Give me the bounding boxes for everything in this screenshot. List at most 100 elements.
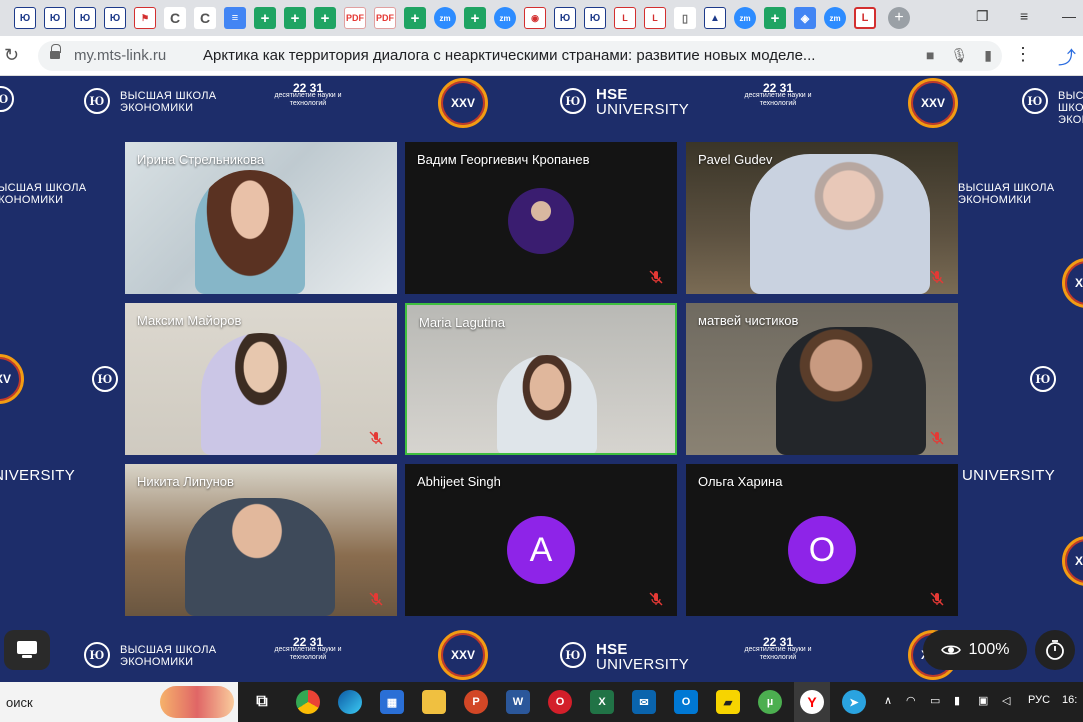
new-tab-plus-icon[interactable]: +	[888, 7, 910, 29]
hse-en-logo-text: HSE UNIVERSITY	[596, 86, 690, 118]
stopwatch-icon	[1046, 640, 1064, 660]
tab-mts-link-active[interactable]: L	[854, 7, 876, 29]
folder-icon[interactable]	[422, 690, 446, 714]
xxv-logo: XXV	[438, 78, 488, 128]
tab-google-docs-icon[interactable]: ≡	[224, 7, 246, 29]
telegram-icon[interactable]: ➤	[842, 690, 866, 714]
edge-icon[interactable]	[338, 690, 362, 714]
participant-tile[interactable]: Ирина Стрельникова	[125, 142, 397, 294]
task-view-icon[interactable]: ⧉	[250, 690, 274, 714]
tab-google-plus-icon[interactable]: +	[284, 7, 306, 29]
hse-en-logo-text: UNIVERSITY	[0, 467, 76, 484]
omnibox[interactable]: my.mts-link.ru Арктика как территория ди…	[38, 41, 1002, 71]
participant-name: Никита Липунов	[137, 474, 234, 489]
share-icon[interactable]: ⤴	[1058, 44, 1076, 70]
tab-google-plus-icon[interactable]: +	[764, 7, 786, 29]
participant-video	[776, 327, 926, 455]
menu-lines-icon[interactable]: ≡	[1020, 8, 1028, 24]
wifi-icon[interactable]: ◠	[906, 694, 916, 707]
mic-muted-icon	[930, 592, 944, 606]
tray-expand-icon[interactable]: ∧	[884, 694, 892, 707]
tab-hse-icon[interactable]: Ю	[74, 7, 96, 29]
tab-google-plus-icon[interactable]: +	[404, 7, 426, 29]
chrome-icon[interactable]	[296, 690, 320, 714]
xxv-logo: XXV	[908, 78, 958, 128]
hse-ru-logo-text: ВЫСШАЯ ШКОЛАЭКОНОМИКИ	[958, 182, 1055, 206]
tab-hse-icon[interactable]: Ю	[584, 7, 606, 29]
browser-tab-strip: Ю Ю Ю Ю ⚑ C C ≡ + + + PDF PDF + zm + zm …	[0, 0, 1083, 36]
speaker-icon[interactable]: ◁	[1002, 694, 1010, 707]
display-icon[interactable]: ▣	[978, 694, 988, 707]
outlook-icon[interactable]: O	[674, 690, 698, 714]
tab-hse-icon[interactable]: Ю	[44, 7, 66, 29]
store-icon[interactable]: ▦	[380, 690, 404, 714]
outlook-icon[interactable]: ✉	[632, 690, 656, 714]
minimize-icon[interactable]: —	[1062, 8, 1076, 24]
tab-zoom-icon[interactable]: zm	[824, 7, 846, 29]
excel-icon[interactable]: X	[590, 690, 614, 714]
tab-hse-icon[interactable]: Ю	[554, 7, 576, 29]
participant-tile[interactable]: O Ольга Харина	[686, 464, 958, 616]
camera-icon[interactable]: ■	[926, 47, 934, 64]
yandex-browser-icon[interactable]: Y	[800, 690, 824, 714]
participant-letter-avatar: O	[788, 516, 856, 584]
mic-muted-icon	[649, 592, 663, 606]
microphone-icon[interactable]: 🎙︎	[951, 47, 969, 64]
taskbar-search[interactable]: оиск	[0, 682, 238, 722]
bookmark-icon[interactable]: ▮	[984, 47, 992, 64]
participant-tile[interactable]: Pavel Gudev	[686, 142, 958, 294]
decade-logo: 22 31 десятилетие науки и технологий	[274, 81, 342, 107]
language-indicator[interactable]: РУС	[1028, 694, 1050, 706]
tab-hse-icon[interactable]: Ю	[14, 7, 36, 29]
tab-pdf-icon[interactable]: PDF	[344, 7, 366, 29]
tab-car-icon[interactable]: ▲	[704, 7, 726, 29]
tab-google-plus-icon[interactable]: +	[464, 7, 486, 29]
participant-name: Ирина Стрельникова	[137, 152, 265, 167]
clock[interactable]: 16:	[1062, 694, 1077, 706]
participant-tile[interactable]: матвей чистиков	[686, 303, 958, 455]
hse-logo-icon: Ю	[1022, 88, 1048, 114]
tab-zoom-icon[interactable]: zm	[734, 7, 756, 29]
tab-lips-icon[interactable]: ◉	[524, 7, 546, 29]
participant-tile-active-speaker[interactable]: Maria Lagutina	[405, 303, 677, 455]
participant-video	[195, 170, 305, 294]
tab-hse-icon[interactable]: Ю	[104, 7, 126, 29]
participant-tile[interactable]: Никита Липунов	[125, 464, 397, 616]
participant-tile[interactable]: Вадим Георгиевич Кропанев	[405, 142, 677, 294]
participant-tile[interactable]: Максим Майоров	[125, 303, 397, 455]
word-icon[interactable]: W	[506, 690, 530, 714]
reload-icon[interactable]: ↻	[4, 45, 19, 66]
tab-flag-icon[interactable]: ⚑	[134, 7, 156, 29]
opera-icon[interactable]: O	[548, 690, 572, 714]
tab-shield-icon[interactable]: ◈	[794, 7, 816, 29]
zoom-level-control[interactable]: 100%	[923, 630, 1027, 670]
decade-logo: 22 31 десятилетие науки и технологий	[744, 635, 812, 661]
tab-c-icon[interactable]: C	[194, 7, 216, 29]
lock-icon[interactable]	[50, 44, 61, 60]
timer-button[interactable]	[1035, 630, 1075, 670]
battery-icon[interactable]: ▭	[930, 694, 940, 707]
participant-video	[497, 355, 597, 453]
usb-icon[interactable]: ▮	[954, 694, 960, 707]
sticky-notes-icon[interactable]: ▰	[716, 690, 740, 714]
participant-tile[interactable]: A Abhijeet Singh	[405, 464, 677, 616]
participant-name: Abhijeet Singh	[417, 474, 501, 489]
utorrent-icon[interactable]: µ	[758, 690, 782, 714]
participant-name: Pavel Gudev	[698, 152, 773, 167]
participant-avatar	[508, 188, 574, 254]
tab-google-plus-icon[interactable]: +	[314, 7, 336, 29]
tab-document-icon[interactable]: ▯	[674, 7, 696, 29]
chat-button[interactable]	[4, 630, 50, 670]
collections-icon[interactable]: ❐	[976, 8, 989, 25]
participant-video	[201, 333, 321, 455]
tab-zoom-icon[interactable]: zm	[434, 7, 456, 29]
tab-zoom-icon[interactable]: zm	[494, 7, 516, 29]
more-menu-icon[interactable]: ⋮	[1014, 44, 1032, 65]
tab-mts-link-icon[interactable]: L	[614, 7, 636, 29]
powerpoint-icon[interactable]: P	[464, 690, 488, 714]
tab-google-plus-icon[interactable]: +	[254, 7, 276, 29]
tab-pdf-icon[interactable]: PDF	[374, 7, 396, 29]
participant-video	[185, 498, 335, 616]
tab-c-icon[interactable]: C	[164, 7, 186, 29]
tab-mts-link-icon[interactable]: L	[644, 7, 666, 29]
